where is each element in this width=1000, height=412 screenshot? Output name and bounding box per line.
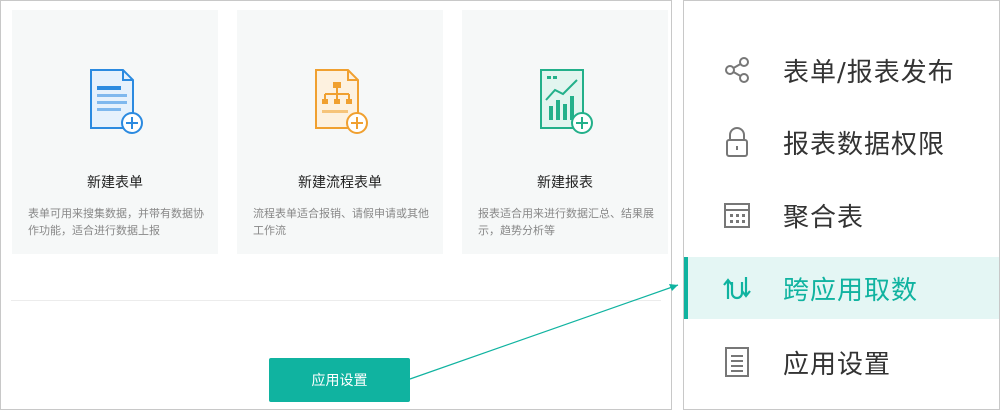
card-title: 新建报表	[537, 175, 593, 191]
share-icon	[720, 53, 754, 87]
card-title: 新建流程表单	[298, 175, 382, 191]
card-title: 新建表单	[87, 175, 143, 191]
menu-item-app-settings[interactable]: 应用设置	[684, 331, 999, 393]
cross-app-icon	[720, 271, 754, 305]
menu-item-aggregate-table[interactable]: 聚合表	[684, 184, 999, 246]
menu-item-report-permission[interactable]: 报表数据权限	[684, 111, 999, 173]
new-report-card[interactable]: 新建报表 报表适合用来进行数据汇总、结果展示，趋势分析等	[462, 10, 668, 254]
settings-menu: 表单/报表发布 报表数据权限 聚合表 跨应用取数 应用设置	[683, 0, 1000, 410]
menu-item-label: 跨应用取数	[783, 275, 919, 306]
report-add-icon	[540, 69, 593, 134]
lock-icon	[720, 125, 754, 159]
card-description: 报表适合用来进行数据汇总、结果展示，趋势分析等	[478, 207, 654, 237]
menu-item-cross-app[interactable]: 跨应用取数	[684, 257, 999, 319]
divider	[11, 300, 661, 301]
new-form-card[interactable]: 新建表单 表单可用来搜集数据，并带有数据协作功能，适合进行数据上报	[12, 10, 218, 254]
menu-item-label: 表单/报表发布	[783, 57, 955, 88]
menu-item-label: 应用设置	[783, 349, 892, 380]
card-description: 流程表单适合报销、请假申请或其他工作流	[253, 207, 429, 237]
menu-item-label: 报表数据权限	[783, 129, 946, 160]
document-icon	[720, 345, 754, 379]
app-settings-button[interactable]: 应用设置	[269, 358, 410, 402]
active-indicator	[684, 257, 688, 319]
menu-item-publish[interactable]: 表单/报表发布	[684, 39, 999, 101]
calendar-grid-icon	[720, 198, 754, 232]
menu-item-label: 聚合表	[783, 202, 865, 233]
form-add-icon	[90, 69, 143, 134]
flow-form-add-icon	[315, 69, 368, 134]
card-description: 表单可用来搜集数据，并带有数据协作功能，适合进行数据上报	[28, 207, 204, 237]
create-panel: 新建表单 表单可用来搜集数据，并带有数据协作功能，适合进行数据上报 新建流程表单…	[0, 0, 672, 410]
new-flow-form-card[interactable]: 新建流程表单 流程表单适合报销、请假申请或其他工作流	[237, 10, 443, 254]
